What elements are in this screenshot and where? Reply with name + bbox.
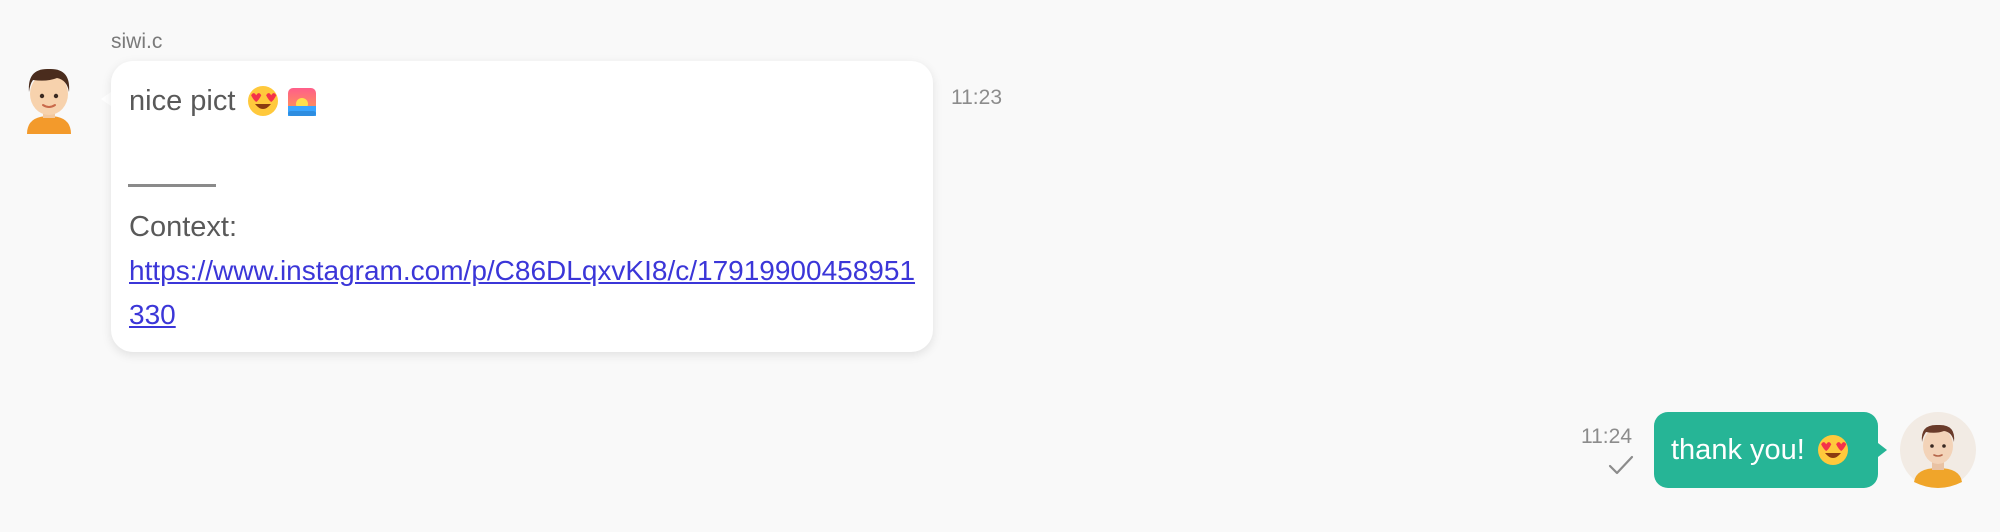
context-label: Context: — [129, 211, 237, 243]
outgoing-message-time: 11:24 — [1581, 425, 1632, 448]
context-link[interactable]: https://www.instagram.com/p/C86DLqxvKI8/… — [129, 249, 919, 337]
incoming-message-text: nice pict — [129, 85, 236, 117]
sender-avatar[interactable] — [11, 58, 87, 134]
message-divider — [128, 184, 216, 187]
outgoing-message-text: thank you! — [1671, 433, 1805, 466]
sender-name: siwi.c — [111, 30, 163, 53]
user-avatar[interactable] — [1900, 412, 1976, 488]
incoming-message-time: 11:23 — [951, 86, 1002, 109]
check-icon — [1608, 455, 1634, 475]
incoming-bubble-tail — [101, 92, 111, 106]
outgoing-bubble-tail — [1878, 443, 1887, 457]
sunrise-emoji-icon — [287, 86, 317, 116]
heart-eyes-emoji-icon — [247, 85, 279, 117]
incoming-message-bubble[interactable]: nice pict Context: https://www.instagram… — [111, 61, 933, 352]
outgoing-message-bubble[interactable]: thank you! — [1654, 412, 1878, 488]
heart-eyes-emoji-icon — [1817, 434, 1849, 466]
